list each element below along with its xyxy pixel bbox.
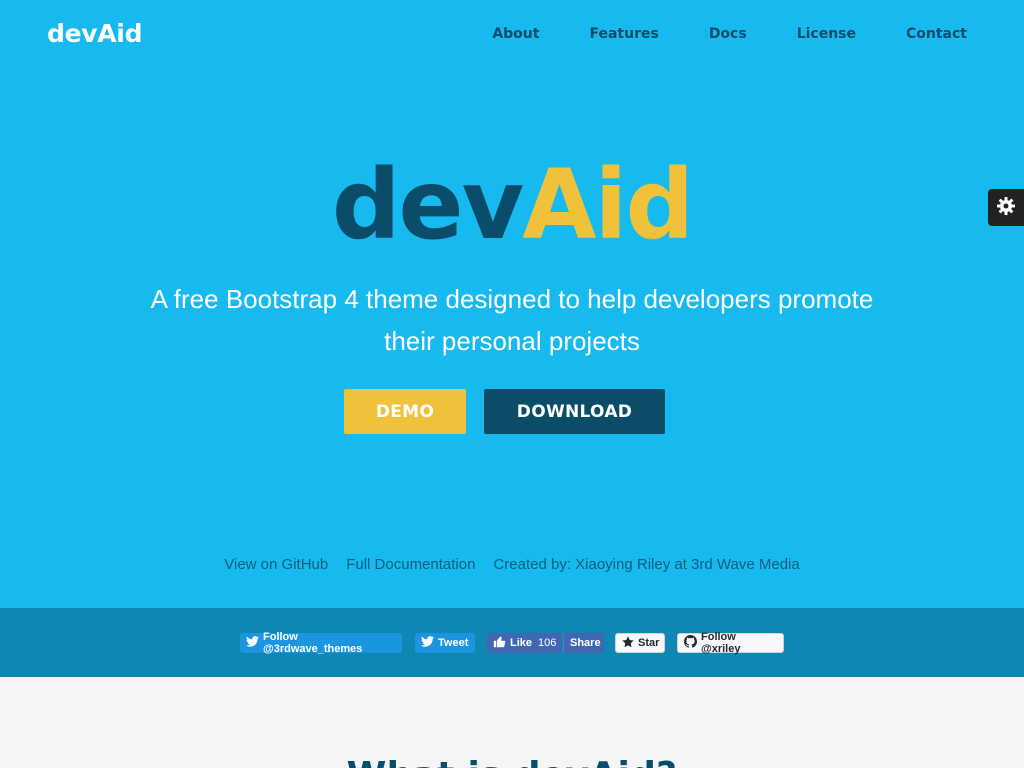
hero-logo: devAid [0,150,1024,260]
github-star-label: Star [638,637,660,649]
hero-logo-aid: Aid [522,149,694,261]
social-bar: Follow @3rdwave_themes Tweet Like 106 Sh… [0,608,1024,677]
nav-features[interactable]: Features [589,26,658,42]
twitter-follow-button[interactable]: Follow @3rdwave_themes [240,631,402,655]
brand-logo[interactable]: devAid [47,19,142,48]
facebook-like-count: 106 [538,637,557,649]
facebook-share-label: Share [570,637,601,649]
about-section-title: What is devAid? [0,755,1024,768]
nav-license[interactable]: License [797,26,856,42]
download-button[interactable]: DOWNLOAD [484,389,665,434]
facebook-thumb-icon [493,635,506,651]
hero-logo-dev: dev [331,149,524,261]
twitter-bird-icon [246,636,259,650]
github-octocat-icon [684,635,697,651]
twitter-bird-icon [421,636,434,650]
tweet-button[interactable]: Tweet [415,633,475,653]
facebook-like-label: Like [510,637,533,649]
hero-tagline: A free Bootstrap 4 theme designed to hel… [150,284,874,356]
github-star-button[interactable]: Star [615,633,665,653]
nav-contact[interactable]: Contact [906,26,967,42]
tweet-label: Tweet [438,637,469,649]
github-follow-label: Follow @xriley [701,631,741,655]
credits-link[interactable]: Created by: Xiaoying Riley at 3rd Wave M… [493,556,799,573]
demo-button[interactable]: DEMO [344,389,466,434]
star-icon [622,635,634,651]
about-section: What is devAid? [0,677,1024,768]
nav-about[interactable]: About [492,26,539,42]
nav-docs[interactable]: Docs [709,26,747,42]
documentation-link[interactable]: Full Documentation [346,556,475,573]
twitter-follow-label: Follow @3rdwave_themes [263,631,363,655]
hero-links: View on GitHub Full Documentation Create… [0,556,1024,573]
github-link[interactable]: View on GitHub [224,556,328,573]
github-follow-button[interactable]: Follow @xriley [677,631,784,655]
hero-section: devAid About Features Docs License Conta… [0,0,1024,608]
facebook-like-button[interactable]: Like 106 [487,633,561,653]
settings-toggle[interactable] [988,189,1024,226]
facebook-share-button[interactable]: Share [563,633,604,653]
main-nav: About Features Docs License Contact [442,26,967,42]
gear-icon [996,196,1016,220]
